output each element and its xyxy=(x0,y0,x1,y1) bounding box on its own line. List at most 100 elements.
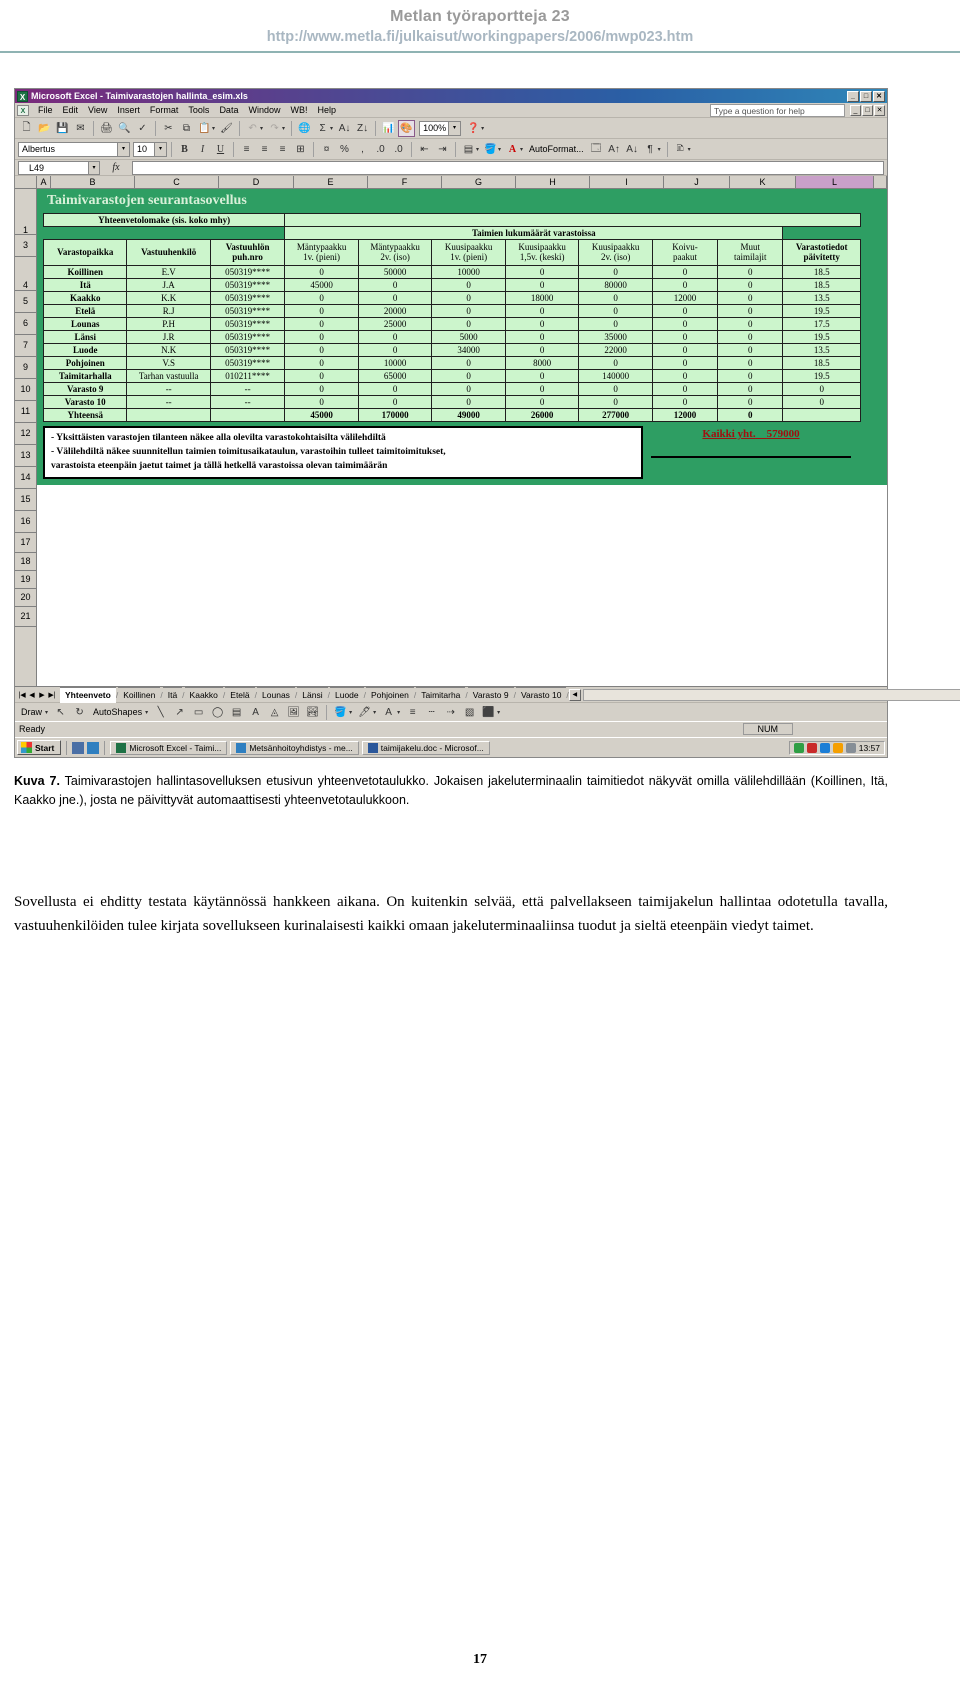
tray-icon-4[interactable] xyxy=(832,742,843,753)
row-header-12[interactable]: 12 xyxy=(15,423,36,445)
tray-icon-1[interactable] xyxy=(793,742,804,753)
last-sheet-icon[interactable]: ▶| xyxy=(47,691,57,699)
column-header-a[interactable]: A xyxy=(37,176,51,188)
font-color-draw-icon[interactable]: A xyxy=(380,704,397,721)
fill-color-draw-icon[interactable]: 🪣 xyxy=(332,704,349,721)
name-box-dropdown-icon[interactable]: ▾ xyxy=(88,161,99,174)
open-icon[interactable]: 📂 xyxy=(36,120,53,137)
start-button[interactable]: Start xyxy=(17,740,62,755)
insert-function-icon[interactable]: fx xyxy=(103,162,129,173)
picture-icon[interactable]: 🏞 xyxy=(304,704,321,721)
underline-icon[interactable]: U xyxy=(212,141,229,158)
sheet-tab-kaakko[interactable]: Kaakko xyxy=(184,686,223,703)
sheet-tab-yhteenveto[interactable]: Yhteenveto xyxy=(60,686,116,703)
menu-wb[interactable]: WB! xyxy=(285,105,312,115)
menu-window[interactable]: Window xyxy=(243,105,285,115)
font-name-dropdown-icon[interactable]: ▾ xyxy=(117,142,129,156)
copy-icon[interactable]: ⧉ xyxy=(178,120,195,137)
menu-view[interactable]: View xyxy=(83,105,112,115)
name-box[interactable]: L49 ▾ xyxy=(18,160,100,175)
select-all-corner[interactable] xyxy=(15,176,37,188)
diagram-icon[interactable]: ◬ xyxy=(266,704,283,721)
increase-decimal-icon[interactable]: .0 xyxy=(372,141,389,158)
select-objects-icon[interactable]: ↖ xyxy=(52,704,69,721)
row-header-16[interactable]: 16 xyxy=(15,511,36,533)
rectangle-icon[interactable]: ▭ xyxy=(190,704,207,721)
arrow-style-icon[interactable]: ⇢ xyxy=(442,704,459,721)
direction-dropdown-icon[interactable]: ▾ xyxy=(658,146,661,153)
menu-help[interactable]: Help xyxy=(312,105,341,115)
sheet-tab-lounas[interactable]: Lounas xyxy=(257,686,295,703)
column-header-l[interactable]: L xyxy=(796,176,874,188)
textbox-icon[interactable]: ▤ xyxy=(228,704,245,721)
row-header-14[interactable]: 14 xyxy=(15,467,36,489)
formatting-overflow-icon[interactable]: ▾ xyxy=(688,146,691,153)
row-header-1[interactable]: 1 xyxy=(15,189,36,235)
mail-icon[interactable]: ✉ xyxy=(72,120,89,137)
autoshapes-dropdown-icon[interactable]: ▾ xyxy=(145,709,148,716)
tray-icon-5[interactable] xyxy=(845,742,856,753)
new-icon[interactable]: 🗋 xyxy=(18,120,35,137)
sheet-tab-ita[interactable]: Itä xyxy=(162,686,183,703)
format-painter-icon[interactable]: 🖌 xyxy=(218,120,235,137)
3d-style-icon[interactable]: ⬛ xyxy=(480,704,497,721)
redo-dropdown-icon[interactable]: ▾ xyxy=(282,125,285,132)
quicklaunch-desktop-icon[interactable] xyxy=(72,741,85,754)
shadow-style-icon[interactable]: ▧ xyxy=(461,704,478,721)
formula-input[interactable] xyxy=(132,160,884,175)
bold-icon[interactable]: B xyxy=(176,141,193,158)
menu-edit[interactable]: Edit xyxy=(58,105,84,115)
column-header-e[interactable]: E xyxy=(294,176,368,188)
borders-dropdown-icon[interactable]: ▾ xyxy=(476,146,479,153)
row-header-7[interactable]: 7 xyxy=(15,335,36,357)
decrease-font-icon[interactable]: A↓ xyxy=(624,141,641,158)
fill-color-icon[interactable]: 🪣 xyxy=(482,141,499,158)
column-header-g[interactable]: G xyxy=(442,176,516,188)
horizontal-scrollbar[interactable] xyxy=(582,688,960,701)
row-header-21[interactable]: 21 xyxy=(15,607,36,627)
column-header-m[interactable] xyxy=(874,176,887,188)
spelling-icon[interactable]: ✓ xyxy=(134,120,151,137)
align-left-icon[interactable]: ≡ xyxy=(238,141,255,158)
sheet-tab-luode[interactable]: Luode xyxy=(330,686,364,703)
window-controls[interactable]: _ □ ✕ xyxy=(847,90,885,102)
system-tray[interactable]: 13:57 xyxy=(788,740,885,755)
format-cells-icon[interactable]: 🗔 xyxy=(588,141,605,158)
sheet-tab-lansi[interactable]: Länsi xyxy=(297,686,328,703)
row-header-5[interactable]: 5 xyxy=(15,291,36,313)
align-center-icon[interactable]: ≡ xyxy=(256,141,273,158)
tray-icon-2[interactable] xyxy=(806,742,817,753)
row-header-15[interactable]: 15 xyxy=(15,489,36,511)
dash-style-icon[interactable]: ┄ xyxy=(423,704,440,721)
zoom-dropdown-icon[interactable]: ▾ xyxy=(448,121,461,135)
clock[interactable]: 13:57 xyxy=(859,743,880,753)
sort-descending-icon[interactable]: Z↓ xyxy=(354,120,371,137)
tab-navigation-buttons[interactable]: |◀ ◀ ▶ ▶| xyxy=(17,691,57,699)
column-header-f[interactable]: F xyxy=(368,176,442,188)
row-header-3[interactable]: 3 xyxy=(15,235,36,257)
print-preview-icon[interactable]: 🔍 xyxy=(116,120,133,137)
next-sheet-icon[interactable]: ▶ xyxy=(37,691,47,699)
doc-minimize-button[interactable]: _ xyxy=(850,105,861,116)
merge-center-icon[interactable]: ⊞ xyxy=(292,141,309,158)
hyperlink-icon[interactable]: 🌐 xyxy=(296,120,313,137)
drawing-overflow-icon[interactable]: ▾ xyxy=(497,709,500,716)
row-header-4[interactable]: 4 xyxy=(15,257,36,291)
help-icon[interactable]: ❓ xyxy=(465,120,482,137)
document-window-controls[interactable]: _ □ ✕ xyxy=(850,105,885,116)
horizontal-scroll-area[interactable]: ◀ ▶ xyxy=(568,688,960,701)
oval-icon[interactable]: ◯ xyxy=(209,704,226,721)
row-header-20[interactable]: 20 xyxy=(15,589,36,607)
menu-tools[interactable]: Tools xyxy=(183,105,214,115)
autosum-icon[interactable]: Σ xyxy=(314,120,331,137)
tray-icon-3[interactable] xyxy=(819,742,830,753)
sheet-tab-koillinen[interactable]: Koillinen xyxy=(118,686,161,703)
decrease-decimal-icon[interactable]: .0 xyxy=(390,141,407,158)
row-header-10[interactable]: 10 xyxy=(15,379,36,401)
doc-restore-button[interactable]: □ xyxy=(862,105,873,116)
arrow-icon[interactable]: ↗ xyxy=(171,704,188,721)
row-header-17[interactable]: 17 xyxy=(15,533,36,553)
redo-icon[interactable]: ↷ xyxy=(266,120,283,137)
cut-icon[interactable]: ✂ xyxy=(160,120,177,137)
column-header-c[interactable]: C xyxy=(135,176,219,188)
